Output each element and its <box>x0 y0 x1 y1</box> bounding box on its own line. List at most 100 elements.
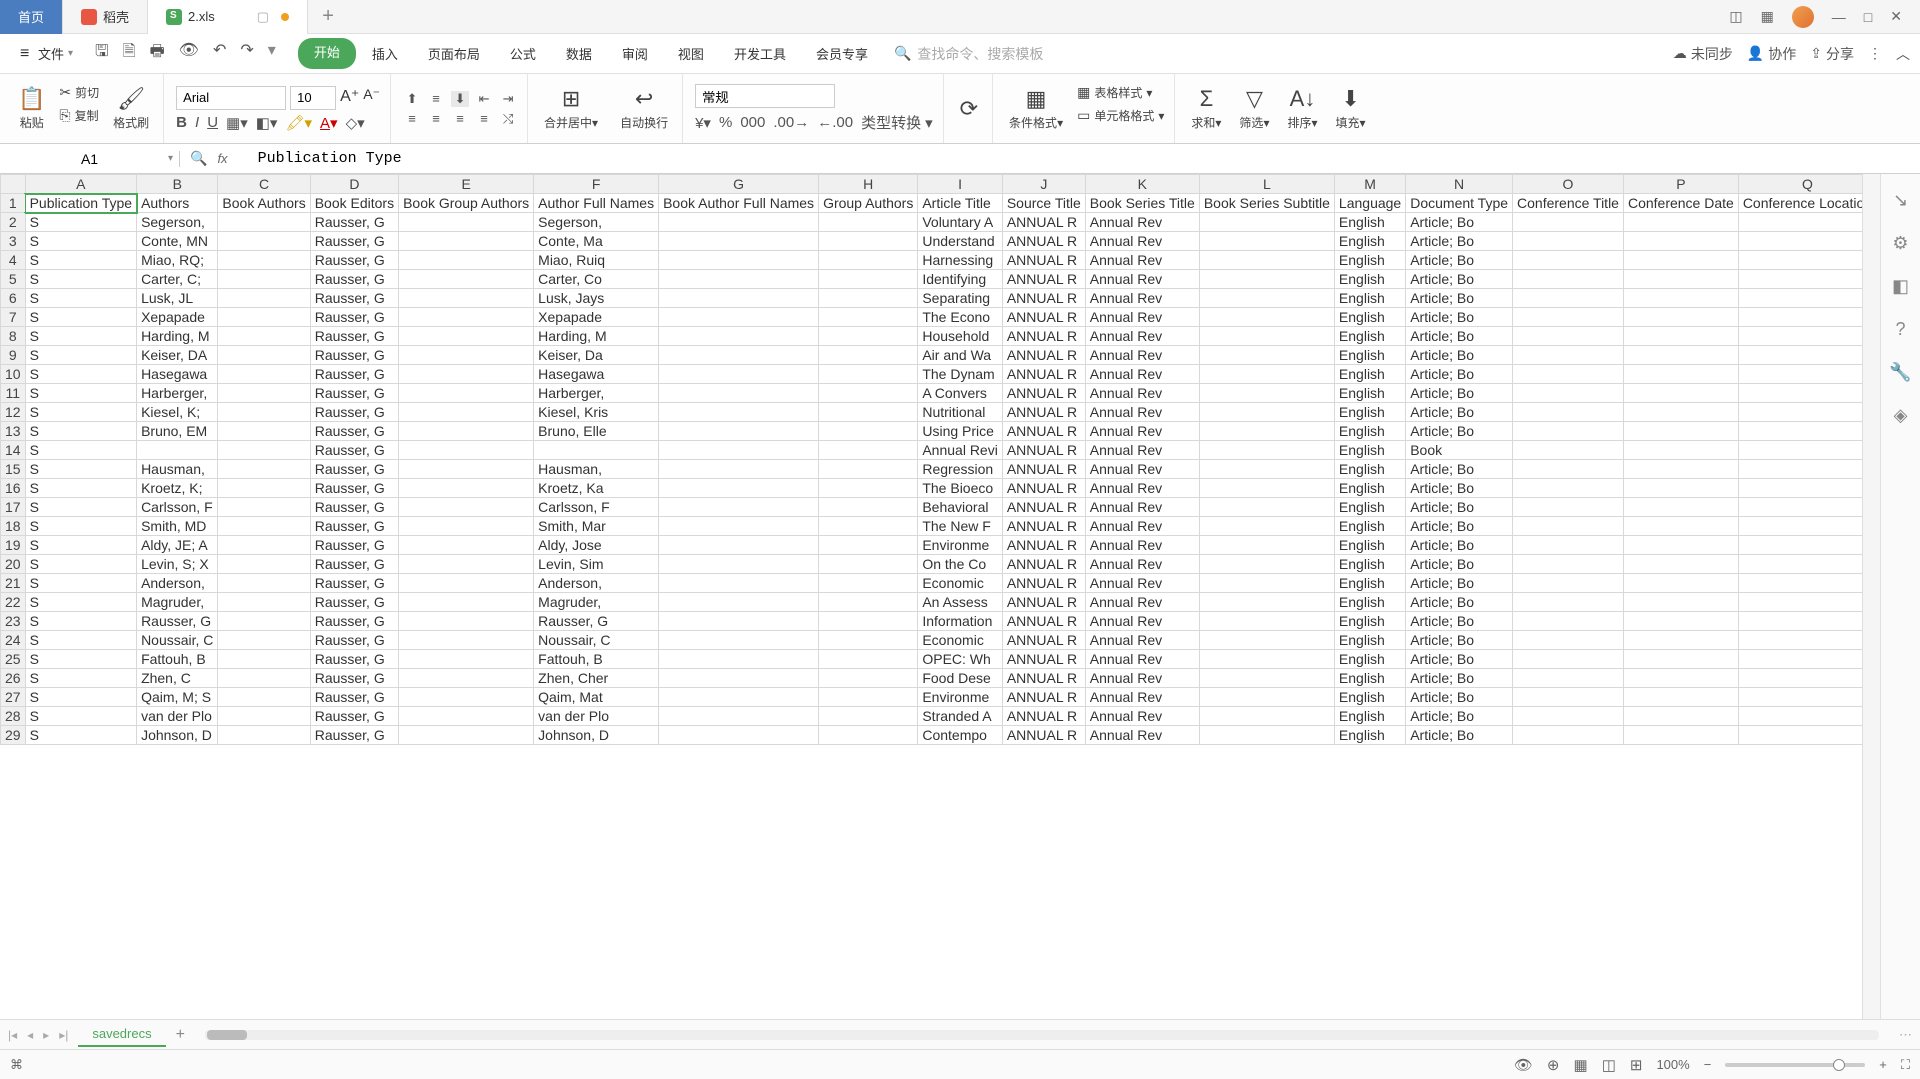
cell-K18[interactable]: Annual Rev <box>1085 517 1199 536</box>
align-top-icon[interactable]: ⬆ <box>403 91 421 107</box>
command-search[interactable]: 🔍 查找命令、搜索模板 <box>894 44 1043 64</box>
cell-K15[interactable]: Annual Rev <box>1085 460 1199 479</box>
cell-F16[interactable]: Kroetz, Ka <box>534 479 659 498</box>
cell-N8[interactable]: Article; Bo <box>1406 327 1513 346</box>
clear-format-icon[interactable]: ◇▾ <box>346 114 365 132</box>
cell-C12[interactable] <box>218 403 310 422</box>
cell-C29[interactable] <box>218 726 310 745</box>
cell-B7[interactable]: Xepapade <box>137 308 218 327</box>
cell-K2[interactable]: Annual Rev <box>1085 213 1199 232</box>
cell-L9[interactable] <box>1199 346 1334 365</box>
cell-B8[interactable]: Harding, M <box>137 327 218 346</box>
menu-开始[interactable]: 开始 <box>298 38 356 69</box>
cell-A12[interactable]: S <box>25 403 136 422</box>
cell-H23[interactable] <box>819 612 918 631</box>
cell-K19[interactable]: Annual Rev <box>1085 536 1199 555</box>
row-header-27[interactable]: 27 <box>1 688 26 707</box>
cell-G23[interactable] <box>659 612 819 631</box>
cell-N7[interactable]: Article; Bo <box>1406 308 1513 327</box>
formula-input[interactable] <box>238 150 1910 167</box>
cell-F12[interactable]: Kiesel, Kris <box>534 403 659 422</box>
cell-J28[interactable]: ANNUAL R <box>1002 707 1085 726</box>
cell-P1[interactable]: Conference Date <box>1623 194 1738 213</box>
cell-L18[interactable] <box>1199 517 1334 536</box>
cell-M11[interactable]: English <box>1334 384 1405 403</box>
cell-M25[interactable]: English <box>1334 650 1405 669</box>
cell-G18[interactable] <box>659 517 819 536</box>
cell-G19[interactable] <box>659 536 819 555</box>
cell-M20[interactable]: English <box>1334 555 1405 574</box>
share-button[interactable]: ⇪分享 <box>1810 44 1854 64</box>
cell-G10[interactable] <box>659 365 819 384</box>
cell-O27[interactable] <box>1513 688 1624 707</box>
cell-F28[interactable]: van der Plo <box>534 707 659 726</box>
cell-H20[interactable] <box>819 555 918 574</box>
cell-Q22[interactable] <box>1738 593 1862 612</box>
col-header-Q[interactable]: Q <box>1738 175 1862 194</box>
cell-K4[interactable]: Annual Rev <box>1085 251 1199 270</box>
help-icon[interactable]: ? <box>1895 319 1905 340</box>
cell-J5[interactable]: ANNUAL R <box>1002 270 1085 289</box>
cell-B18[interactable]: Smith, MD <box>137 517 218 536</box>
cell-K23[interactable]: Annual Rev <box>1085 612 1199 631</box>
cell-J25[interactable]: ANNUAL R <box>1002 650 1085 669</box>
cell-H11[interactable] <box>819 384 918 403</box>
cell-A13[interactable]: S <box>25 422 136 441</box>
cell-L17[interactable] <box>1199 498 1334 517</box>
cell-E25[interactable] <box>399 650 534 669</box>
cell-K10[interactable]: Annual Rev <box>1085 365 1199 384</box>
cell-I15[interactable]: Regression <box>918 460 1003 479</box>
row-header-15[interactable]: 15 <box>1 460 26 479</box>
cell-D22[interactable]: Rausser, G <box>310 593 398 612</box>
cell-B10[interactable]: Hasegawa <box>137 365 218 384</box>
more-icon[interactable]: ⋮ <box>1868 45 1882 62</box>
cell-H2[interactable] <box>819 213 918 232</box>
cell-O23[interactable] <box>1513 612 1624 631</box>
preview-icon[interactable]: 👁 <box>179 40 199 67</box>
cell-H24[interactable] <box>819 631 918 650</box>
print-icon[interactable]: 🖶 <box>150 40 165 67</box>
cell-G14[interactable] <box>659 441 819 460</box>
layout-panel-icon[interactable]: ◧ <box>1892 276 1909 297</box>
cell-A25[interactable]: S <box>25 650 136 669</box>
cell-O25[interactable] <box>1513 650 1624 669</box>
row-header-7[interactable]: 7 <box>1 308 26 327</box>
cell-C10[interactable] <box>218 365 310 384</box>
cell-A1[interactable]: Publication Type <box>25 194 136 213</box>
cell-format-button[interactable]: ▭单元格格式▾ <box>1077 107 1164 124</box>
cell-E1[interactable]: Book Group Authors <box>399 194 534 213</box>
cell-P2[interactable] <box>1623 213 1738 232</box>
cell-Q11[interactable] <box>1738 384 1862 403</box>
number-format-select[interactable] <box>695 84 835 108</box>
chevron-down-icon[interactable]: ▾ <box>168 153 173 164</box>
cell-C14[interactable] <box>218 441 310 460</box>
cell-H26[interactable] <box>819 669 918 688</box>
paste-button[interactable]: 📋粘贴 <box>14 84 49 133</box>
cell-O6[interactable] <box>1513 289 1624 308</box>
cell-B24[interactable]: Noussair, C <box>137 631 218 650</box>
cell-Q15[interactable] <box>1738 460 1862 479</box>
cell-M16[interactable]: English <box>1334 479 1405 498</box>
row-header-20[interactable]: 20 <box>1 555 26 574</box>
row-header-23[interactable]: 23 <box>1 612 26 631</box>
cell-I5[interactable]: Identifying <box>918 270 1003 289</box>
cell-E2[interactable] <box>399 213 534 232</box>
collapse-ribbon-icon[interactable]: ︿ <box>1896 44 1910 64</box>
cell-C20[interactable] <box>218 555 310 574</box>
coop-button[interactable]: 👤协作 <box>1747 44 1796 64</box>
comma-icon[interactable]: 000 <box>740 114 765 131</box>
cell-P13[interactable] <box>1623 422 1738 441</box>
table-style-button[interactable]: ▦表格样式▾ <box>1077 84 1164 101</box>
cell-B20[interactable]: Levin, S; X <box>137 555 218 574</box>
cell-N24[interactable]: Article; Bo <box>1406 631 1513 650</box>
cell-K17[interactable]: Annual Rev <box>1085 498 1199 517</box>
align-bottom-icon[interactable]: ⬇ <box>451 91 469 107</box>
cell-D3[interactable]: Rausser, G <box>310 232 398 251</box>
decrease-font-icon[interactable]: A⁻ <box>363 86 380 110</box>
cell-I21[interactable]: Economic <box>918 574 1003 593</box>
cell-A22[interactable]: S <box>25 593 136 612</box>
cell-C18[interactable] <box>218 517 310 536</box>
col-header-C[interactable]: C <box>218 175 310 194</box>
sync-status[interactable]: ☁未同步 <box>1673 44 1733 64</box>
cell-P17[interactable] <box>1623 498 1738 517</box>
